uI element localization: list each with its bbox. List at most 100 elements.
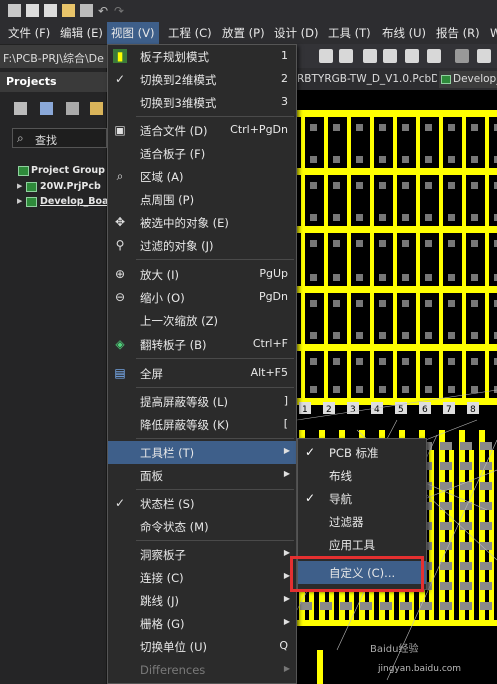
menu-item-command-status[interactable]: 命令状态 (M) (108, 515, 296, 538)
expand-arrow-icon[interactable]: ▶ (17, 197, 22, 205)
menu-item-status-bar[interactable]: ✓ 状态栏 (S) (108, 492, 296, 515)
submenu-item-filter[interactable]: 过滤器 (298, 510, 426, 533)
pcb-pad (448, 274, 455, 281)
menu-item-zoom-out[interactable]: ⊖ 缩小 (O) PgDn (108, 286, 296, 309)
menu-item-area[interactable]: ⌕ 区域 (A) (108, 165, 296, 188)
board-planning-icon: ▮ (113, 49, 127, 63)
toolbar-icon-8[interactable] (477, 49, 491, 63)
pcb-canvas[interactable]: 1 2 3 4 5 6 7 8 (297, 90, 497, 684)
menu-item-previous-zoom[interactable]: 上一次缩放 (Z) (108, 309, 296, 332)
menu-item-2d-mode[interactable]: ✓ 切换到2维模式 2 (108, 68, 296, 91)
menu-item-around-point[interactable]: 点周围 (P) (108, 188, 296, 211)
submenu-item-navigation[interactable]: ✓ 导航 (298, 487, 426, 510)
redo-icon[interactable]: ↷ (114, 4, 127, 18)
open-file-icon[interactable] (80, 4, 93, 17)
pcb-pad (356, 332, 363, 339)
save-project-icon[interactable] (40, 102, 53, 115)
toolbar-icon-4[interactable] (383, 49, 397, 63)
menu-tools[interactable]: 工具 (T) (324, 22, 375, 44)
menu-item-board-insight[interactable]: 洞察板子 ▶ (108, 543, 296, 566)
pcb-trace (301, 233, 305, 286)
expand-arrow-icon[interactable]: ▶ (17, 182, 22, 190)
toolbar-icon-2[interactable] (339, 49, 353, 63)
menu-item-jumpers[interactable]: 跳线 (J) ▶ (108, 589, 296, 612)
new-document-icon[interactable] (14, 102, 27, 115)
compile-icon[interactable] (66, 102, 79, 115)
menu-place[interactable]: 放置 (P) (218, 22, 269, 44)
pcb-pad (379, 300, 386, 307)
save-icon[interactable] (26, 4, 39, 17)
menu-item-fit-board[interactable]: 适合板子 (F) (108, 142, 296, 165)
pcb-trace (485, 117, 489, 168)
menu-item-3d-mode[interactable]: 切换到3维模式 3 (108, 91, 296, 114)
menu-item-toolbars[interactable]: 工具栏 (T) ▶ (108, 441, 296, 464)
menu-item-lower-mask[interactable]: 降低屏蔽等级 (K) [ (108, 413, 296, 436)
menu-item-toggle-units[interactable]: 切换单位 (U) Q (108, 635, 296, 658)
pcb-pad (471, 358, 478, 365)
pcb-pad (402, 124, 409, 131)
menu-item-raise-mask[interactable]: 提高屏蔽等级 (L) ] (108, 390, 296, 413)
menu-view[interactable]: 视图 (V) (107, 22, 159, 44)
menu-item-connections[interactable]: 连接 (C) ▶ (108, 566, 296, 589)
toolbar-icon-7[interactable] (455, 49, 469, 63)
save-all-icon[interactable] (44, 4, 57, 17)
pcb-pad (402, 300, 409, 307)
pcb-pad (310, 274, 317, 281)
pcb-pad (448, 124, 455, 131)
submenu-item-pcb-standard[interactable]: ✓ PCB 标准 (298, 441, 426, 464)
pcb-trace (370, 293, 374, 344)
flip-board-icon: ◈ (115, 337, 125, 351)
project-group-icon (18, 166, 29, 176)
menu-item-selected-objects[interactable]: ✥ 被选中的对象 (E) (108, 211, 296, 234)
tab-develop[interactable]: Develop_ (439, 71, 497, 88)
menu-item-flip-board[interactable]: ◈ 翻转板子 (B) Ctrl+F (108, 333, 296, 356)
menu-item-board-planning[interactable]: ▮ 板子规划模式 1 (108, 45, 296, 68)
pcb-pad (333, 300, 340, 307)
menu-project[interactable]: 工程 (C) (164, 22, 216, 44)
pcb-pad (356, 274, 363, 281)
menu-item-panels[interactable]: 面板 ▶ (108, 464, 296, 487)
menu-item-grids[interactable]: 栅格 (G) ▶ (108, 612, 296, 635)
undo-icon[interactable]: ↶ (98, 4, 111, 18)
menu-item-fullscreen[interactable]: ▤ 全屏 Alt+F5 (108, 362, 296, 385)
pcb-pad (379, 358, 386, 365)
menu-edit[interactable]: 编辑 (E) (56, 22, 107, 44)
menu-route[interactable]: 布线 (U) (378, 22, 430, 44)
pcb-pad (379, 124, 386, 131)
menu-design[interactable]: 设计 (D) (270, 22, 322, 44)
submenu-item-wiring[interactable]: 布线 (298, 464, 426, 487)
submenu-item-utilities[interactable]: 应用工具 (298, 533, 426, 556)
search-placeholder: 查找 (35, 134, 57, 147)
pcb-trace (393, 175, 397, 226)
menu-bar: 文件 (F) 编辑 (E) 视图 (V) 工程 (C) 放置 (P) 设计 (D… (0, 22, 497, 44)
menu-item-zoom-in[interactable]: ⊕ 放大 (I) PgUp (108, 263, 296, 286)
app-icon[interactable] (8, 4, 21, 17)
pcb-pad (425, 124, 432, 131)
menu-item-fit-document[interactable]: ▣ 适合文件 (D) Ctrl+PgDn (108, 119, 296, 142)
check-icon: ✓ (114, 72, 126, 86)
customize-highlight-box (290, 556, 424, 592)
pcb-pad (480, 522, 492, 530)
toolbar-icon-3[interactable] (363, 49, 377, 63)
pcb-pad (310, 332, 317, 339)
pcb-rail (297, 344, 497, 351)
menu-file[interactable]: 文件 (F) (4, 22, 54, 44)
open-folder-icon[interactable] (62, 4, 75, 17)
menu-item-filtered-objects[interactable]: ⚲ 过滤的对象 (J) (108, 234, 296, 257)
pcb-trace (393, 293, 397, 344)
toolbar-icon-5[interactable] (405, 49, 419, 63)
pcb-trace (301, 351, 305, 398)
pcb-trace (301, 117, 305, 168)
menu-separator (136, 387, 294, 388)
toolbar-icon-1[interactable] (319, 49, 333, 63)
menu-window[interactable]: W (486, 22, 497, 44)
project-search-input[interactable]: ⌕ 查找 (12, 128, 107, 148)
pcb-pad (310, 124, 317, 131)
menu-reports[interactable]: 报告 (R) (432, 22, 484, 44)
pcb-pad (356, 214, 363, 221)
pcb-component-label: 7 (446, 405, 452, 415)
pcb-pad (440, 462, 452, 470)
toolbar-icon-6[interactable] (427, 49, 441, 63)
project-options-icon[interactable] (90, 102, 103, 115)
tab-pcbdoc[interactable]: RBTYRGB-TW_D_V1.0.PcbDoc (297, 71, 437, 88)
